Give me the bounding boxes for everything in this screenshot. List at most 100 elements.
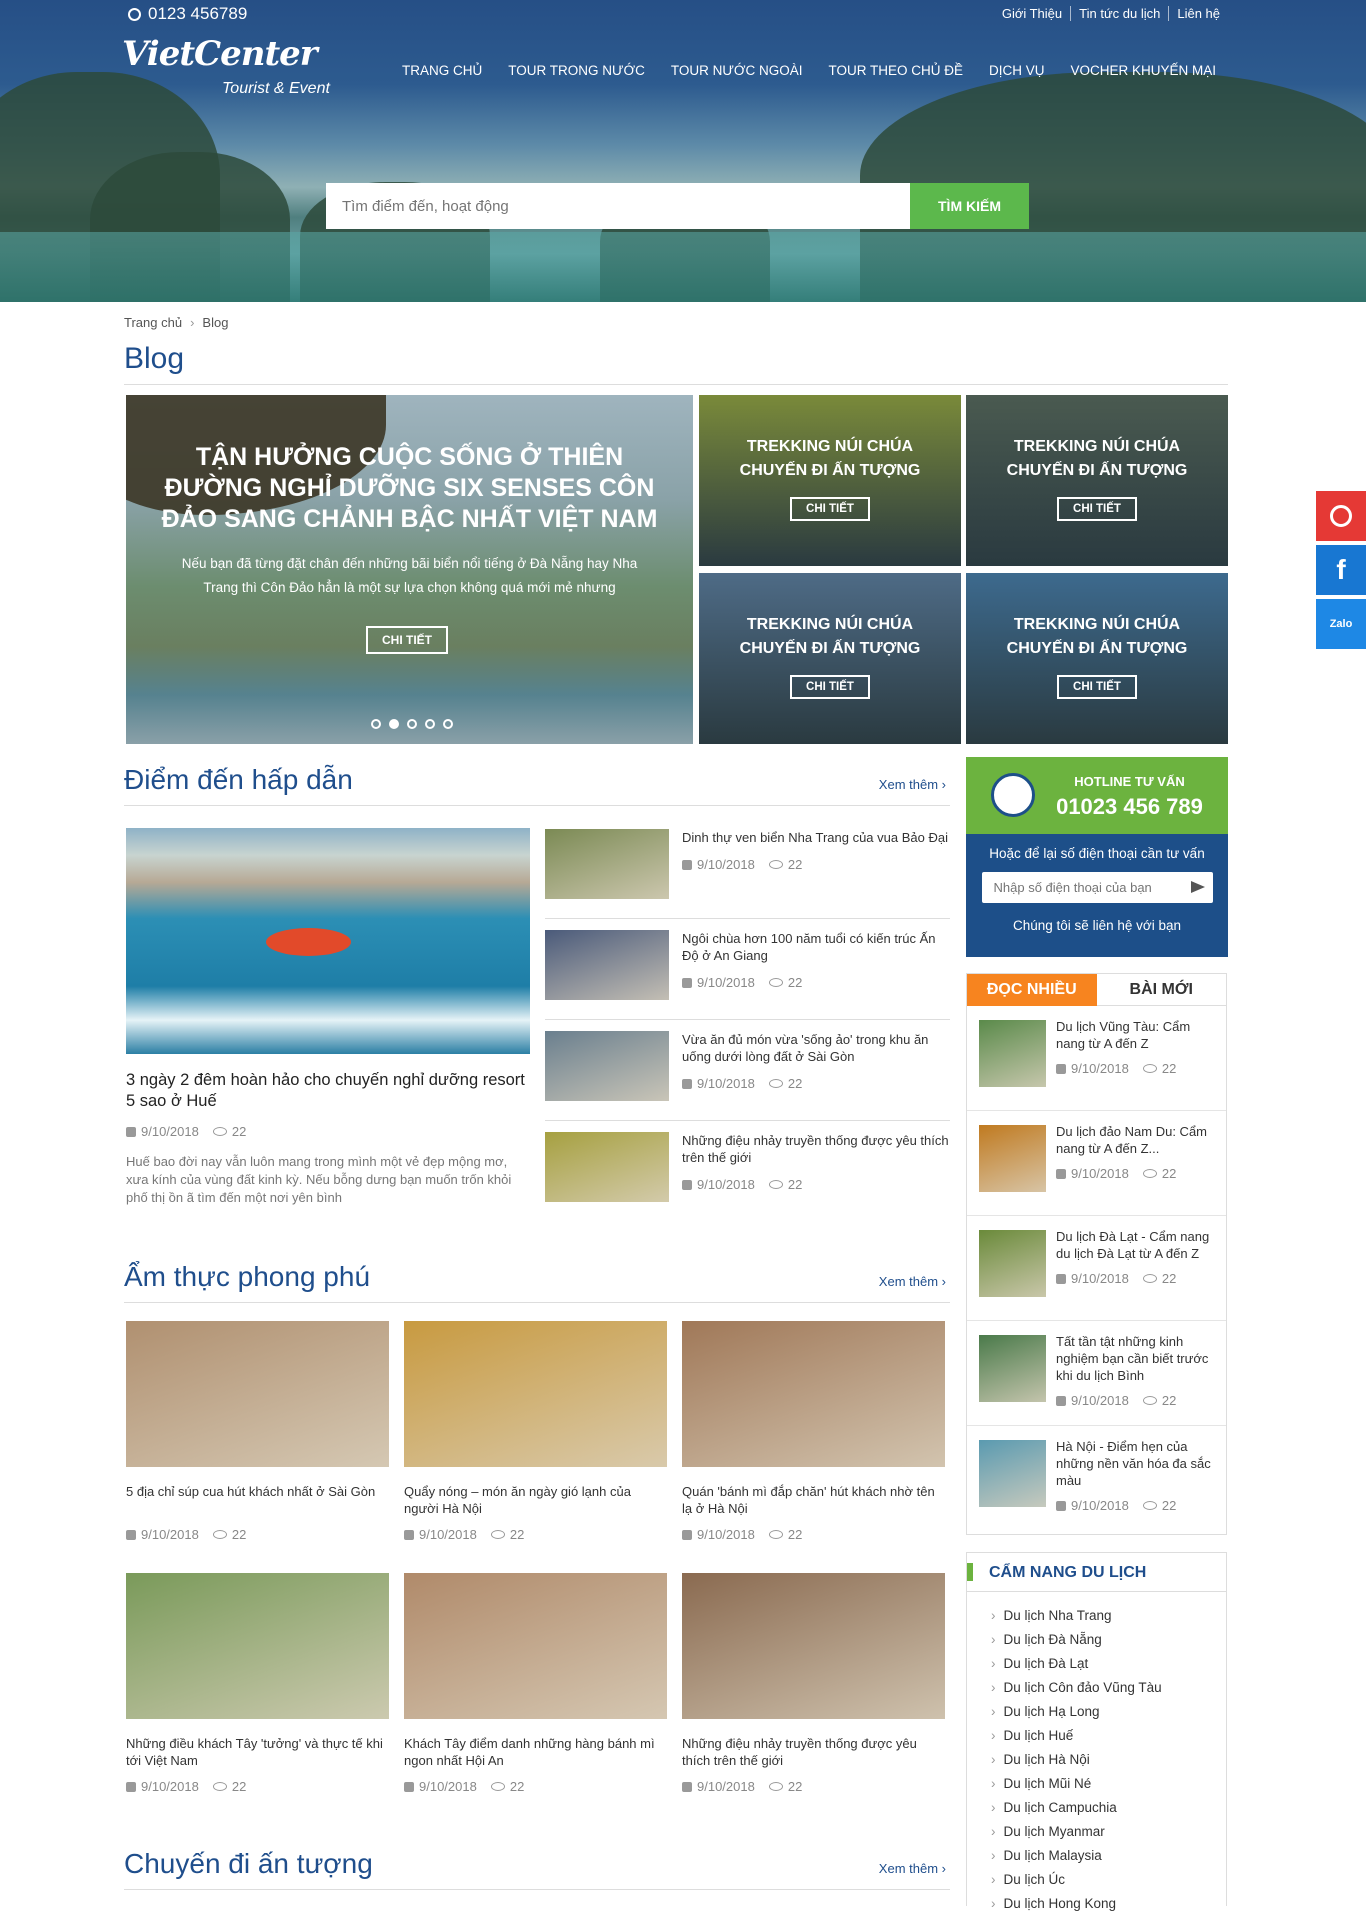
- article-thumbnail[interactable]: [979, 1230, 1046, 1297]
- list-item[interactable]: Du lịch Đà Lạt - Cẩm nang du lịch Đà Lạt…: [967, 1216, 1226, 1321]
- article-thumbnail[interactable]: [979, 1335, 1046, 1402]
- article-title[interactable]: Vừa ăn đủ món vừa 'sống ảo' trong khu ăn…: [682, 1031, 950, 1065]
- article-card[interactable]: Khách Tây điểm danh những hàng bánh mì n…: [404, 1573, 667, 1794]
- top-link-contact[interactable]: Liên hệ: [1168, 6, 1228, 21]
- article-card[interactable]: Những điệu nhảy truyền thống được yêu th…: [682, 1573, 945, 1794]
- article-thumbnail[interactable]: [404, 1573, 667, 1719]
- tile-detail-button[interactable]: CHI TIẾT: [790, 497, 870, 521]
- article-card[interactable]: 5 địa chỉ súp cua hút khách nhất ở Sài G…: [126, 1321, 389, 1542]
- article-title[interactable]: Khách Tây điểm danh những hàng bánh mì n…: [404, 1735, 667, 1769]
- featured-image[interactable]: [126, 828, 530, 1054]
- list-item[interactable]: Tất tần tật những kinh nghiệm bạn cần bi…: [967, 1321, 1226, 1426]
- site-logo[interactable]: VietCenter Tourist & Event: [122, 34, 330, 97]
- tab-most-read[interactable]: ĐỌC NHIỀU: [967, 974, 1097, 1006]
- list-item[interactable]: Hà Nội - Điểm hẹn của những nền văn hóa …: [967, 1426, 1226, 1531]
- slider-dot[interactable]: [425, 719, 435, 729]
- article-card[interactable]: Những điều khách Tây 'tưởng' và thực tế …: [126, 1573, 389, 1794]
- phone-icon[interactable]: [1316, 491, 1366, 541]
- nav-item-home[interactable]: TRANG CHỦ: [402, 63, 482, 78]
- article-thumbnail[interactable]: [126, 1321, 389, 1467]
- article-thumbnail[interactable]: [545, 1031, 669, 1101]
- article-title[interactable]: Ngôi chùa hơn 100 năm tuổi có kiến trúc …: [682, 930, 950, 964]
- list-item[interactable]: Du lịch Vũng Tàu: Cẩm nang từ A đến Z 9/…: [967, 1006, 1226, 1111]
- see-more-link[interactable]: Xem thêm ›: [879, 777, 946, 792]
- top-link-news[interactable]: Tin tức du lịch: [1070, 6, 1168, 21]
- list-item[interactable]: Vừa ăn đủ món vừa 'sống ảo' trong khu ăn…: [545, 1020, 950, 1121]
- guide-link[interactable]: Du lịch Nha Trang: [991, 1604, 1226, 1628]
- article-title[interactable]: 5 địa chỉ súp cua hút khách nhất ở Sài G…: [126, 1483, 389, 1517]
- article-title[interactable]: Du lịch Đà Lạt - Cẩm nang du lịch Đà Lạt…: [1056, 1228, 1214, 1262]
- nav-item-domestic[interactable]: TOUR TRONG NƯỚC: [508, 63, 645, 78]
- article-title[interactable]: Dinh thự ven biển Nha Trang của vua Bảo …: [682, 829, 948, 846]
- nav-item-international[interactable]: TOUR NƯỚC NGOÀI: [671, 63, 803, 78]
- featured-tile[interactable]: TREKKING NÚI CHÚA CHUYẾN ĐI ẤN TƯỢNG CHI…: [699, 573, 961, 744]
- list-item[interactable]: Những điệu nhảy truyền thống được yêu th…: [545, 1121, 950, 1222]
- guide-link[interactable]: Du lịch Hong Kong: [991, 1892, 1226, 1916]
- guide-link[interactable]: Du lịch Côn đảo Vũng Tàu: [991, 1676, 1226, 1700]
- guide-link[interactable]: Du lịch Malaysia: [991, 1844, 1226, 1868]
- see-more-link[interactable]: Xem thêm ›: [879, 1861, 946, 1876]
- search-input[interactable]: [326, 183, 910, 229]
- article-thumbnail[interactable]: [545, 1132, 669, 1202]
- nav-item-theme[interactable]: TOUR THEO CHỦ ĐỀ: [828, 63, 963, 78]
- guide-link[interactable]: Du lịch Đà Nẵng: [991, 1628, 1226, 1652]
- tile-detail-button[interactable]: CHI TIẾT: [1057, 497, 1137, 521]
- slider-title[interactable]: TẬN HƯỞNG CUỘC SỐNG Ở THIÊN ĐƯỜNG NGHỈ D…: [156, 442, 663, 535]
- slider-dot[interactable]: [371, 719, 381, 729]
- article-thumbnail[interactable]: [979, 1440, 1046, 1507]
- featured-tile[interactable]: TREKKING NÚI CHÚA CHUYẾN ĐI ẤN TƯỢNG CHI…: [699, 395, 961, 566]
- article-title[interactable]: Du lịch Vũng Tàu: Cẩm nang từ A đến Z: [1056, 1018, 1214, 1052]
- article-thumbnail[interactable]: [979, 1020, 1046, 1087]
- guide-link[interactable]: Du lịch Đà Lạt: [991, 1652, 1226, 1676]
- nav-item-services[interactable]: DỊCH VỤ: [989, 63, 1045, 78]
- send-icon[interactable]: [1190, 881, 1205, 893]
- facebook-icon[interactable]: f: [1316, 545, 1366, 595]
- zalo-icon[interactable]: Zalo: [1316, 599, 1366, 649]
- guide-link[interactable]: Du lịch Huế: [991, 1724, 1226, 1748]
- tile-detail-button[interactable]: CHI TIẾT: [1057, 675, 1137, 699]
- tab-new-posts[interactable]: BÀI MỚI: [1096, 974, 1226, 1006]
- hotline-number[interactable]: 01023 456 789: [1041, 794, 1218, 820]
- article-title[interactable]: Những điều khách Tây 'tưởng' và thực tế …: [126, 1735, 389, 1769]
- article-thumbnail[interactable]: [404, 1321, 667, 1467]
- search-button[interactable]: TÌM KIẾM: [910, 183, 1029, 229]
- article-title[interactable]: Du lịch đảo Nam Du: Cẩm nang từ A đến Z.…: [1056, 1123, 1214, 1157]
- article-title[interactable]: Quẩy nóng – món ăn ngày gió lạnh của ngư…: [404, 1483, 667, 1517]
- breadcrumb-home[interactable]: Trang chủ: [124, 315, 182, 330]
- nav-item-voucher[interactable]: VOCHER KHUYẾN MẠI: [1071, 63, 1217, 78]
- article-title[interactable]: Hà Nội - Điểm hẹn của những nền văn hóa …: [1056, 1438, 1214, 1489]
- article-title[interactable]: Những điệu nhảy truyền thống được yêu th…: [682, 1735, 945, 1769]
- top-phone[interactable]: 0123 456789: [128, 4, 247, 24]
- article-card[interactable]: Quán 'bánh mì đắp chăn' hút khách nhờ tê…: [682, 1321, 945, 1542]
- article-thumbnail[interactable]: [682, 1573, 945, 1719]
- guide-link[interactable]: Du lịch Myanmar: [991, 1820, 1226, 1844]
- slider-dot[interactable]: [407, 719, 417, 729]
- list-item[interactable]: Ngôi chùa hơn 100 năm tuổi có kiến trúc …: [545, 919, 950, 1020]
- guide-link[interactable]: Du lịch Campuchia: [991, 1796, 1226, 1820]
- article-thumbnail[interactable]: [545, 829, 669, 899]
- article-title[interactable]: Quán 'bánh mì đắp chăn' hút khách nhờ tê…: [682, 1483, 945, 1517]
- article-title[interactable]: Những điệu nhảy truyền thống được yêu th…: [682, 1132, 950, 1166]
- article-thumbnail[interactable]: [545, 930, 669, 1000]
- guide-link[interactable]: Du lịch Hà Nội: [991, 1748, 1226, 1772]
- article-thumbnail[interactable]: [979, 1125, 1046, 1192]
- see-more-link[interactable]: Xem thêm ›: [879, 1274, 946, 1289]
- featured-article[interactable]: 3 ngày 2 đêm hoàn hảo cho chuyến nghỉ dư…: [126, 828, 530, 1207]
- tile-detail-button[interactable]: CHI TIẾT: [790, 675, 870, 699]
- guide-link[interactable]: Du lịch Mũi Né: [991, 1772, 1226, 1796]
- list-item[interactable]: Du lịch đảo Nam Du: Cẩm nang từ A đến Z.…: [967, 1111, 1226, 1216]
- article-thumbnail[interactable]: [682, 1321, 945, 1467]
- list-item[interactable]: Dinh thự ven biển Nha Trang của vua Bảo …: [545, 818, 950, 919]
- phone-input[interactable]: [981, 872, 1213, 903]
- guide-link[interactable]: Du lịch Úc: [991, 1868, 1226, 1892]
- top-link-about[interactable]: Giới Thiệu: [994, 6, 1070, 21]
- featured-tile[interactable]: TREKKING NÚI CHÚA CHUYẾN ĐI ẤN TƯỢNG CHI…: [966, 395, 1228, 566]
- article-title[interactable]: Tất tần tật những kinh nghiệm bạn cần bi…: [1056, 1333, 1214, 1384]
- guide-link[interactable]: Du lịch Hạ Long: [991, 1700, 1226, 1724]
- featured-title[interactable]: 3 ngày 2 đêm hoàn hảo cho chuyến nghỉ dư…: [126, 1070, 530, 1112]
- featured-tile[interactable]: TREKKING NÚI CHÚA CHUYẾN ĐI ẤN TƯỢNG CHI…: [966, 573, 1228, 744]
- article-card[interactable]: Quẩy nóng – món ăn ngày gió lạnh của ngư…: [404, 1321, 667, 1542]
- slider-dot[interactable]: [443, 719, 453, 729]
- slider-dot[interactable]: [389, 719, 399, 729]
- article-thumbnail[interactable]: [126, 1573, 389, 1719]
